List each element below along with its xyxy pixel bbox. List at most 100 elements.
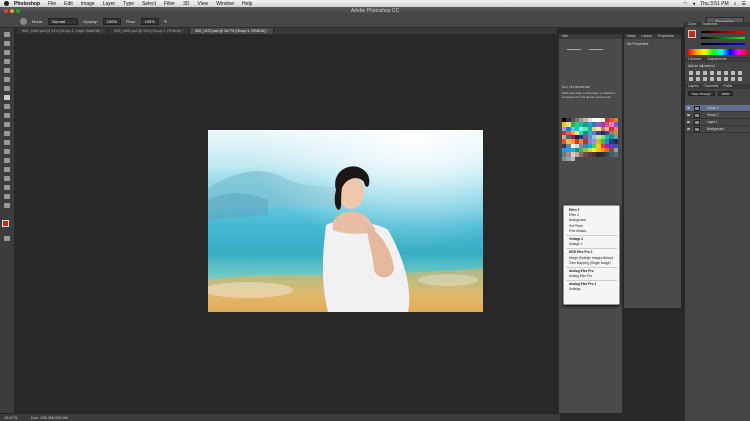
blur-tool-icon[interactable]: [4, 140, 10, 145]
menu-item[interactable]: Analog Efex Pro: [564, 274, 619, 279]
lasso-tool-icon[interactable]: [4, 50, 10, 55]
menu-view[interactable]: View: [194, 1, 213, 7]
eyedropper-tool-icon[interactable]: [4, 77, 10, 82]
shape-tool-icon[interactable]: [4, 185, 10, 190]
brush-tool-preset-icon[interactable]: [20, 17, 27, 25]
move-tool-icon[interactable]: [4, 32, 10, 37]
type-tool-icon[interactable]: [4, 167, 10, 172]
hand-tool-icon[interactable]: [4, 194, 10, 199]
menu-3d[interactable]: 3D: [179, 1, 193, 7]
tab-channels[interactable]: Channels: [704, 84, 719, 89]
healing-brush-tool-icon[interactable]: [4, 86, 10, 91]
tab-mask[interactable]: Mask: [627, 34, 635, 39]
options-bar: Mode: Normal Opacity: 100% Flow: 100% ✎: [0, 15, 750, 28]
red-slider[interactable]: [701, 31, 745, 33]
gradient-tool-icon[interactable]: [4, 131, 10, 136]
document-tab-active[interactable]: IMG_0472.psd @ 16.7% (Group 1, RGB/16) *: [189, 28, 274, 34]
menu-select[interactable]: Select: [138, 1, 160, 7]
list-icon[interactable]: ☰: [742, 1, 746, 7]
info-readouts: [559, 39, 622, 85]
menu-file[interactable]: File: [44, 1, 60, 7]
visibility-eye-icon[interactable]: [687, 114, 690, 116]
color-sliders: [685, 27, 750, 49]
menu-type[interactable]: Type: [119, 1, 138, 7]
color-swatch[interactable]: [570, 156, 575, 161]
tab-layers[interactable]: Layers: [641, 34, 652, 39]
layers-list: Group 3 Group 2 Layer 1 Background: [685, 105, 750, 133]
layer-row[interactable]: Group 2: [685, 112, 750, 119]
tab-libraries[interactable]: Libraries: [688, 57, 701, 62]
document-tab[interactable]: IMG_0482.psd @ 33% (Group 1, Layer Mask/…: [17, 28, 109, 34]
menu-item[interactable]: Vintage 2: [564, 242, 619, 247]
quick-mask-icon[interactable]: [4, 236, 10, 241]
menu-item[interactable]: Pine Mosaic: [564, 229, 619, 234]
visibility-eye-icon[interactable]: [687, 121, 690, 123]
history-brush-tool-icon[interactable]: [4, 113, 10, 118]
blend-mode-select[interactable]: Pass Through: [688, 91, 715, 96]
search-icon[interactable]: ⌕: [734, 1, 737, 7]
clone-stamp-tool-icon[interactable]: [4, 104, 10, 109]
layer-row[interactable]: Group 3: [685, 105, 750, 112]
menu-edit[interactable]: Edit: [60, 1, 77, 7]
eraser-tool-icon[interactable]: [4, 122, 10, 127]
layer-opacity-field[interactable]: 100%: [717, 91, 734, 96]
mode-select[interactable]: Normal: [48, 17, 79, 25]
layer-row[interactable]: Background: [685, 126, 750, 133]
blue-slider[interactable]: [701, 43, 745, 45]
visibility-eye-icon[interactable]: [687, 128, 690, 130]
quick-select-tool-icon[interactable]: [4, 59, 10, 64]
document-tab[interactable]: IMG_0482.psd @ 33% (Group 1, RGB/16) *: [108, 28, 190, 34]
wifi-icon[interactable]: ◠: [683, 1, 687, 7]
crop-tool-icon[interactable]: [4, 68, 10, 73]
pen-tool-icon[interactable]: [4, 158, 10, 163]
canvas-photo[interactable]: [208, 130, 483, 312]
dodge-tool-icon[interactable]: [4, 149, 10, 154]
tab-layers-panel[interactable]: Layers: [688, 84, 699, 89]
foreground-color-swatch[interactable]: [2, 220, 9, 227]
zoom-tool-icon[interactable]: [4, 203, 10, 208]
photo-image: [208, 130, 483, 312]
menu-image[interactable]: Image: [77, 1, 99, 7]
tab-adjustments[interactable]: Adjustments: [707, 57, 726, 62]
minimize-window-button[interactable]: [10, 9, 14, 13]
color-swatch[interactable]: [613, 152, 618, 157]
status-bar: 16.67% Doc: 135.3M/405.9M: [0, 413, 560, 421]
tab-paths[interactable]: Paths: [723, 84, 732, 89]
menu-layer[interactable]: Layer: [99, 1, 120, 7]
menu-separator: [566, 280, 617, 282]
menu-filter[interactable]: Filter: [160, 1, 179, 7]
zoom-window-button[interactable]: [16, 9, 20, 13]
green-slider[interactable]: [701, 37, 745, 39]
flow-field[interactable]: 100%: [140, 17, 159, 25]
adjustment-icons-row[interactable]: [689, 77, 745, 81]
apple-icon[interactable]: [4, 1, 9, 6]
fg-color-chip[interactable]: [688, 30, 696, 38]
menu-separator: [566, 234, 617, 236]
clock[interactable]: Thu 3:51 PM: [700, 1, 729, 7]
layer-name: Layer 1: [707, 120, 718, 124]
opacity-field[interactable]: 100%: [102, 17, 122, 25]
close-window-button[interactable]: [4, 9, 8, 13]
flow-label: Flow:: [126, 18, 136, 24]
marquee-tool-icon[interactable]: [4, 41, 10, 46]
window-title: Adobe Photoshop CC: [350, 8, 400, 14]
menu-item[interactable]: Settings: [564, 287, 619, 292]
window-title-bar: Adobe Photoshop CC: [0, 7, 750, 15]
menu-window[interactable]: Window: [212, 1, 238, 7]
layer-thumbnail: [694, 120, 700, 125]
zoom-level[interactable]: 16.67%: [4, 415, 18, 420]
layer-name: Background: [707, 127, 725, 131]
menu-help[interactable]: Help: [238, 1, 256, 7]
visibility-eye-icon[interactable]: [687, 107, 690, 109]
airbrush-icon[interactable]: ✎: [164, 19, 167, 24]
context-menu: Effex 2 Effex 2 Background 3rd Photo Pine Mo…: [563, 205, 620, 305]
brush-tool-icon[interactable]: [4, 95, 10, 100]
layer-row[interactable]: Layer 1: [685, 119, 750, 126]
menu-item[interactable]: Tone Mapping (Single Image): [564, 261, 619, 266]
spectrum-bar[interactable]: [688, 49, 747, 55]
tab-properties[interactable]: Properties: [658, 34, 674, 39]
menu-item[interactable]: Merge (Multiple Images Below): [564, 256, 619, 261]
adjustment-icons-row[interactable]: [689, 71, 745, 75]
volume-icon[interactable]: ◂: [693, 1, 696, 7]
path-selection-tool-icon[interactable]: [4, 176, 10, 181]
